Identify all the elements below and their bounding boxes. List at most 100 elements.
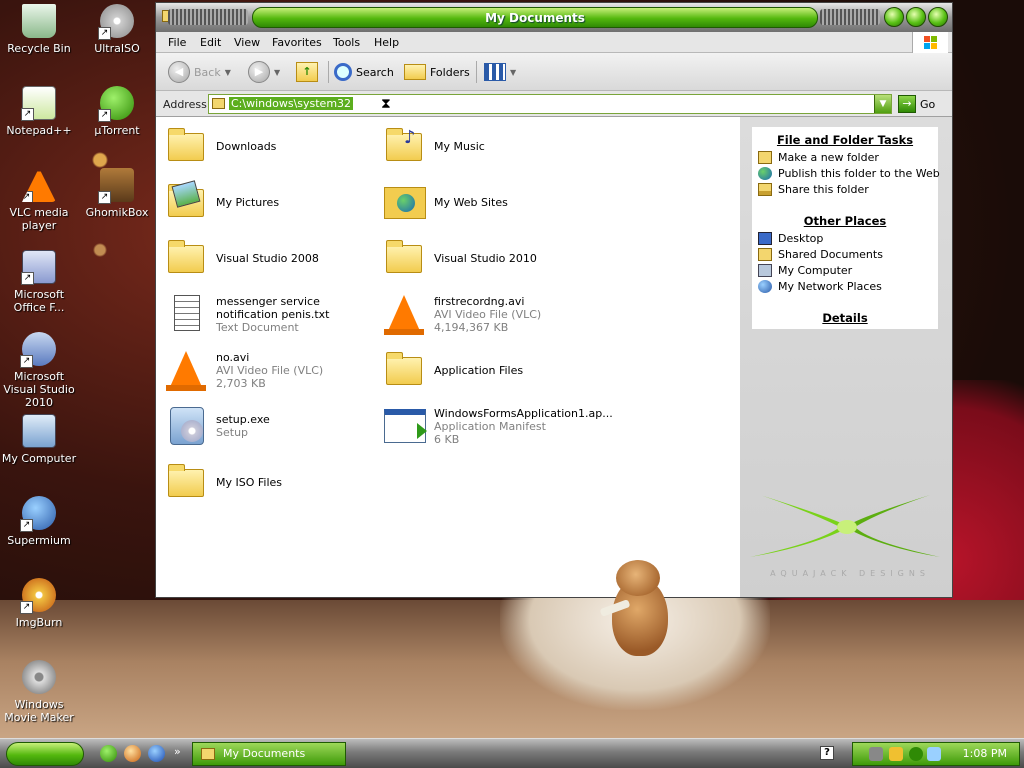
- file-item[interactable]: Application Files: [384, 345, 594, 395]
- security-shield-icon[interactable]: [889, 747, 903, 761]
- desktop-icon-imgburn[interactable]: ImgBurn: [0, 578, 78, 629]
- place-my-network-places[interactable]: My Network Places: [758, 280, 882, 293]
- file-item[interactable]: Downloads: [166, 121, 376, 171]
- desktop-icon-label: UltraISO: [94, 42, 140, 55]
- menu-edit[interactable]: Edit: [200, 36, 221, 49]
- desktop-icon-office[interactable]: Microsoft Office F...: [0, 250, 78, 314]
- desktop-icon-ultraiso[interactable]: UltraISO: [78, 4, 156, 55]
- file-item[interactable]: Visual Studio 2010: [384, 233, 594, 283]
- desktop-icon-ghomikbox[interactable]: GhomikBox: [78, 168, 156, 219]
- music-folder-icon: ♪: [384, 125, 426, 167]
- file-item[interactable]: My Pictures: [166, 177, 376, 227]
- folder-icon: [758, 248, 772, 261]
- title-grill-right: [820, 9, 880, 25]
- desktop-icon-utorrent[interactable]: µTorrent: [78, 86, 156, 137]
- folders-button[interactable]: Folders: [404, 60, 470, 84]
- desktop-icon-movie-maker[interactable]: Windows Movie Maker: [0, 660, 78, 724]
- menu-file[interactable]: File: [168, 36, 186, 49]
- up-folder-button[interactable]: ↑: [296, 60, 318, 84]
- file-item[interactable]: WindowsFormsApplication1.ap... Applicati…: [384, 401, 613, 451]
- chevron-down-icon: ▼: [274, 67, 281, 77]
- explorer-window: My Documents File Edit View Favorites To…: [155, 2, 953, 598]
- desktop-icon-supermium[interactable]: Supermium: [0, 496, 78, 547]
- place-my-computer[interactable]: My Computer: [758, 264, 852, 277]
- details-heading[interactable]: Details: [752, 311, 938, 325]
- help-icon[interactable]: ?: [820, 746, 834, 760]
- desktop-icon-label: Microsoft Visual Studio 2010: [3, 370, 75, 409]
- taskbar-button-my-documents[interactable]: My Documents: [192, 742, 346, 766]
- file-item[interactable]: My Web Sites: [384, 177, 594, 227]
- folder-icon: [166, 237, 208, 279]
- file-item[interactable]: Visual Studio 2008: [166, 233, 376, 283]
- title-grill-left: [168, 9, 248, 25]
- task-publish-folder[interactable]: Publish this folder to the Web: [758, 167, 940, 180]
- file-name: My Pictures: [216, 195, 280, 209]
- vlc-cone-icon: [384, 293, 426, 335]
- title-bar[interactable]: My Documents: [156, 3, 952, 32]
- system-tray: 1:08 PM: [852, 742, 1020, 766]
- text-document-icon: [166, 293, 208, 335]
- address-label: Address: [163, 98, 207, 111]
- file-name: My Web Sites: [434, 195, 508, 209]
- folder-icon: [201, 748, 215, 760]
- place-desktop[interactable]: Desktop: [758, 232, 823, 245]
- tray-app-icon[interactable]: [869, 747, 883, 761]
- file-type: AVI Video File (VLC): [216, 363, 324, 377]
- quicklaunch-more-icon[interactable]: »: [174, 745, 181, 758]
- go-arrow-icon: →: [898, 95, 916, 113]
- internet-explorer-icon[interactable]: [148, 745, 165, 762]
- search-button[interactable]: Search: [334, 60, 394, 84]
- place-shared-documents[interactable]: Shared Documents: [758, 248, 883, 261]
- web-folder-icon: [384, 181, 426, 223]
- file-item[interactable]: My ISO Files: [166, 457, 376, 507]
- menu-tools[interactable]: Tools: [333, 36, 360, 49]
- file-size: 2,703 KB: [216, 376, 266, 390]
- views-button[interactable]: ▼: [484, 60, 516, 84]
- file-item[interactable]: firstrecordng.avi AVI Video File (VLC) 4…: [384, 289, 594, 339]
- desktop-icon-notepadpp[interactable]: Notepad++: [0, 86, 78, 137]
- film-reel-icon: [22, 660, 56, 694]
- desktop-icon-recycle-bin[interactable]: Recycle Bin: [0, 4, 78, 55]
- desktop-icon-visual-studio[interactable]: Microsoft Visual Studio 2010: [0, 332, 78, 409]
- file-item[interactable]: messenger service notification penis.txt…: [166, 289, 376, 339]
- watermark-text: AQUAJACK DESIGNS: [770, 569, 930, 578]
- folder-icon: [384, 237, 426, 279]
- folders-label: Folders: [430, 65, 470, 79]
- file-folder-tasks-heading[interactable]: File and Folder Tasks: [752, 133, 938, 147]
- minimize-button[interactable]: [884, 7, 904, 27]
- forward-arrow-icon: ▶: [248, 61, 270, 83]
- file-type: Text Document: [216, 320, 299, 334]
- file-item[interactable]: no.avi AVI Video File (VLC) 2,703 KB: [166, 345, 376, 395]
- forward-button[interactable]: ▶ ▼: [248, 60, 280, 84]
- address-dropdown-button[interactable]: ▼: [874, 95, 891, 113]
- desktop-icon-vlc[interactable]: VLC media player: [0, 168, 78, 232]
- close-button[interactable]: [928, 7, 948, 27]
- maximize-button[interactable]: [906, 7, 926, 27]
- go-button[interactable]: → Go: [898, 95, 935, 113]
- file-item[interactable]: setup.exe Setup: [166, 401, 376, 451]
- desktop-icon-label: Microsoft Office F...: [13, 288, 65, 314]
- taskbar: » My Documents ? 1:08 PM: [0, 738, 1024, 768]
- start-button[interactable]: [6, 742, 84, 766]
- task-share-folder[interactable]: Share this folder: [758, 183, 869, 196]
- task-label: Publish this folder to the Web: [778, 167, 940, 180]
- desktop-icon-my-computer[interactable]: My Computer: [0, 414, 78, 465]
- clock[interactable]: 1:08 PM: [963, 747, 1007, 760]
- back-button[interactable]: ◀ Back ▼: [168, 60, 231, 84]
- menu-view[interactable]: View: [234, 36, 260, 49]
- network-icon: [758, 280, 772, 293]
- other-places-heading[interactable]: Other Places: [752, 214, 938, 228]
- notepad-icon: [21, 86, 56, 121]
- address-input[interactable]: C:\windows\system32 ⧗ ▼: [208, 94, 892, 114]
- menu-help[interactable]: Help: [374, 36, 399, 49]
- desktop-icon-label: µTorrent: [94, 124, 140, 137]
- menu-favorites[interactable]: Favorites: [272, 36, 322, 49]
- new-folder-icon: [758, 151, 772, 164]
- visual-studio-icon: [20, 332, 56, 368]
- utorrent-tray-icon[interactable]: [909, 747, 923, 761]
- network-tray-icon[interactable]: [927, 747, 941, 761]
- task-make-new-folder[interactable]: Make a new folder: [758, 151, 879, 164]
- app-icon[interactable]: [124, 745, 141, 762]
- utorrent-icon[interactable]: [100, 745, 117, 762]
- file-item[interactable]: ♪ My Music: [384, 121, 594, 171]
